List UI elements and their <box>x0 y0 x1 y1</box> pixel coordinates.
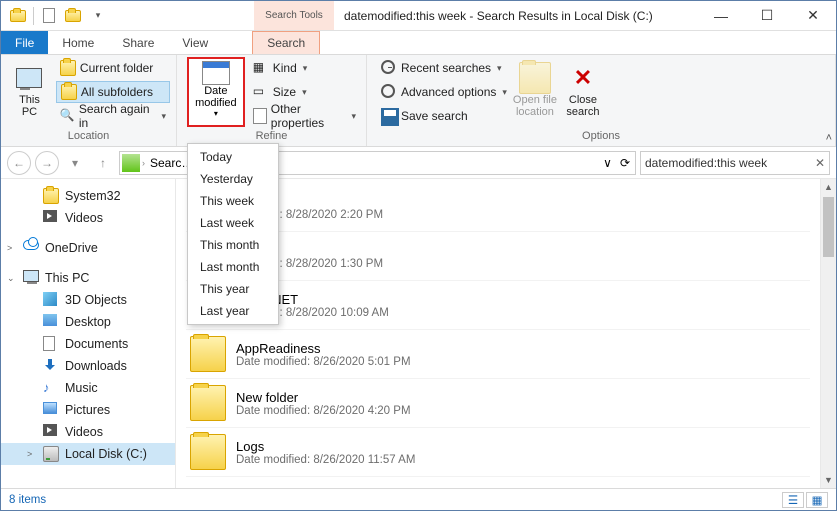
nav-back-button[interactable]: ← <box>7 151 31 175</box>
qat-new-folder-icon[interactable] <box>62 5 84 27</box>
context-tab-search-tools[interactable]: Search Tools <box>254 1 334 30</box>
tree-node[interactable]: Downloads <box>1 355 175 377</box>
result-item[interactable]: pmodified: 8/28/2020 2:20 PM <box>186 183 810 232</box>
address-bar: ← → ▾ ↑ › Searc… › …isk (C:) › ∨ ⟳ datem… <box>1 147 836 179</box>
date-menu-item[interactable]: Last year <box>188 300 278 322</box>
result-item[interactable]: New folderDate modified: 8/26/2020 4:20 … <box>186 379 810 428</box>
nav-tree[interactable]: System32Videos>OneDrive⌄This PC3D Object… <box>1 179 176 488</box>
maximize-button[interactable]: ☐ <box>744 1 790 30</box>
this-pc-button[interactable]: This PC <box>7 57 52 123</box>
group-label-location: Location <box>7 128 170 144</box>
date-menu-item[interactable]: This year <box>188 278 278 300</box>
date-menu-item[interactable]: Yesterday <box>188 168 278 190</box>
group-label-refine: Refine <box>183 128 360 144</box>
ribbon: This PC Current folder All subfolders 🔍S… <box>1 55 836 147</box>
save-search-button[interactable]: Save search <box>377 105 511 127</box>
tab-view[interactable]: View <box>168 31 222 54</box>
search-input[interactable]: datemodified:this week ✕ <box>640 151 830 175</box>
open-file-location-button: Open file location <box>511 57 559 123</box>
date-menu-item[interactable]: Last week <box>188 212 278 234</box>
size-button[interactable]: ▭Size <box>249 81 360 103</box>
date-modified-button[interactable]: Date modified ▾ <box>187 57 245 127</box>
tree-node[interactable]: Desktop <box>1 311 175 333</box>
date-menu-item[interactable]: This month <box>188 234 278 256</box>
qat-customize-dropdown[interactable] <box>86 5 108 27</box>
close-search-button[interactable]: ✕ Close search <box>559 57 607 123</box>
address-dropdown-icon[interactable]: ∨ <box>600 156 615 170</box>
result-item[interactable]: AppReadinessDate modified: 8/26/2020 5:0… <box>186 330 810 379</box>
address-refresh-icon[interactable]: ⟳ <box>617 156 633 170</box>
tree-node[interactable]: System32 <box>1 185 175 207</box>
tab-share[interactable]: Share <box>108 31 168 54</box>
view-large-icons-icon[interactable]: ▦ <box>806 492 828 508</box>
result-item[interactable]: LogsDate modified: 8/26/2020 11:57 AM <box>186 428 810 477</box>
kind-button[interactable]: ▦Kind <box>249 57 360 79</box>
scroll-down-icon[interactable]: ▼ <box>821 472 836 488</box>
tree-node[interactable]: ⌄This PC <box>1 267 175 289</box>
status-item-count: 8 items <box>9 494 46 506</box>
scroll-thumb[interactable] <box>823 197 834 257</box>
window-title: datemodified:this week - Search Results … <box>334 1 698 30</box>
tab-file[interactable]: File <box>1 31 48 54</box>
search-location-icon <box>122 154 140 172</box>
tree-node[interactable]: Documents <box>1 333 175 355</box>
qat-properties-icon[interactable] <box>38 5 60 27</box>
current-folder-button[interactable]: Current folder <box>56 57 170 79</box>
other-properties-button[interactable]: Other properties <box>249 105 360 127</box>
date-modified-menu[interactable]: TodayYesterdayThis weekLast weekThis mon… <box>187 143 279 325</box>
tree-node[interactable]: >Local Disk (C:) <box>1 443 175 465</box>
tree-node[interactable]: ♪Music <box>1 377 175 399</box>
scroll-up-icon[interactable]: ▲ <box>821 179 836 195</box>
titlebar: Search Tools datemodified:this week - Se… <box>1 1 836 31</box>
status-bar: 8 items ☰ ▦ <box>1 488 836 510</box>
advanced-options-button[interactable]: Advanced options <box>377 81 511 103</box>
recent-searches-button[interactable]: Recent searches <box>377 57 511 79</box>
all-subfolders-button[interactable]: All subfolders <box>56 81 170 103</box>
tree-node[interactable]: Videos <box>1 421 175 443</box>
nav-history-dropdown[interactable]: ▾ <box>63 151 87 175</box>
tree-node[interactable]: >OneDrive <box>1 237 175 259</box>
tab-search[interactable]: Search <box>252 31 320 54</box>
date-menu-item[interactable]: Today <box>188 146 278 168</box>
body: System32Videos>OneDrive⌄This PC3D Object… <box>1 179 836 488</box>
view-details-icon[interactable]: ☰ <box>782 492 804 508</box>
tree-node[interactable]: 3D Objects <box>1 289 175 311</box>
date-menu-item[interactable]: This week <box>188 190 278 212</box>
nav-forward-button[interactable]: → <box>35 151 59 175</box>
qat-explorer-icon[interactable] <box>7 5 29 27</box>
tree-node[interactable]: Videos <box>1 207 175 229</box>
ribbon-tabs: File Home Share View Search <box>1 31 836 55</box>
close-button[interactable]: ✕ <box>790 1 836 30</box>
tree-node[interactable]: Pictures <box>1 399 175 421</box>
nav-up-button[interactable]: ↑ <box>91 151 115 175</box>
ribbon-collapse-icon[interactable]: ˄ <box>826 132 832 144</box>
result-item[interactable]: etchmodified: 8/28/2020 1:30 PM <box>186 232 810 281</box>
result-item[interactable]: rosoft.NETmodified: 8/28/2020 10:09 AM <box>186 281 810 330</box>
quick-access-toolbar <box>1 1 114 30</box>
search-again-in-button[interactable]: 🔍Search again in <box>56 105 170 127</box>
close-x-icon: ✕ <box>574 65 592 91</box>
tab-home[interactable]: Home <box>48 31 108 54</box>
date-menu-item[interactable]: Last month <box>188 256 278 278</box>
group-label-options: Options <box>373 128 829 144</box>
search-clear-icon[interactable]: ✕ <box>815 156 825 170</box>
scrollbar[interactable]: ▲ ▼ <box>820 179 836 488</box>
minimize-button[interactable]: — <box>698 1 744 30</box>
